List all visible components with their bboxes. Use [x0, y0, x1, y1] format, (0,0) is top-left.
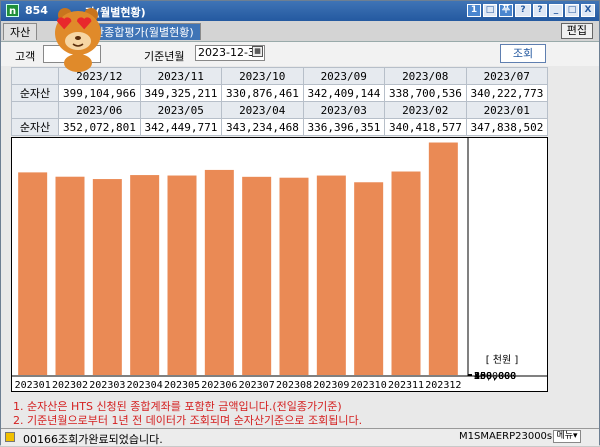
- x-tick-label: 202310: [351, 380, 387, 391]
- table-cell: 340,222,773: [465, 84, 548, 102]
- table-header-cell: 2023/05: [139, 101, 222, 119]
- screen-number-button[interactable]: 1: [467, 4, 481, 17]
- chart-bar: [204, 169, 234, 375]
- table-cell: 352,072,801: [58, 118, 141, 136]
- table-header-cell: 2023/06: [58, 101, 141, 119]
- table-header-cell: 2023/09: [302, 67, 385, 85]
- x-tick-label: 202311: [388, 380, 424, 391]
- table-cell: 349,325,211: [139, 84, 222, 102]
- table-row: 순자산 352,072,801 342,449,771 343,234,468 …: [11, 118, 548, 136]
- unit-label: [ 천원 ]: [486, 354, 519, 366]
- net-asset-chart: 202301 202302 202303 202304 202305 202306 2023…: [11, 137, 548, 392]
- chart-bar: [167, 175, 197, 375]
- chart-bar: [130, 175, 160, 375]
- status-icon: [5, 432, 15, 442]
- tab-asset[interactable]: 자산: [3, 23, 38, 40]
- table-header-cell: 2023/10: [221, 67, 304, 85]
- table-corner: [11, 101, 59, 119]
- table-cell: 340,418,577: [384, 118, 467, 136]
- mascot-icon: [55, 8, 101, 72]
- window-copy-button[interactable]: □: [483, 4, 497, 17]
- x-tick-label: 202307: [239, 380, 275, 391]
- help-button[interactable]: ?: [533, 4, 547, 17]
- table-cell: 338,700,536: [384, 84, 467, 102]
- title-buttons: 1 □ 푸 ? ? _ □ X: [467, 4, 595, 17]
- chart-bar: [354, 182, 384, 375]
- date-label: 기준년월: [144, 50, 185, 63]
- x-tick-label: 202309: [313, 380, 349, 391]
- query-button[interactable]: 조회: [500, 44, 546, 63]
- x-tick-label: 202306: [201, 380, 237, 391]
- table-header-cell: 2023/04: [221, 101, 304, 119]
- menu-dropdown[interactable]: 메뉴▾: [553, 430, 581, 443]
- table-row: 순자산 399,104,966 349,325,211 330,876,461 …: [11, 84, 548, 102]
- status-bar: 00166조회가완료되었습니다. M1SMAERP23000smaer 메뉴▾: [1, 428, 599, 446]
- help-link-button[interactable]: ?: [515, 4, 531, 17]
- x-tick-label: 202312: [425, 380, 461, 391]
- chart-bar: [391, 171, 421, 375]
- x-tick-label: 202304: [127, 380, 163, 391]
- table-cell: 342,409,144: [302, 84, 385, 102]
- table-cell: 342,449,771: [139, 118, 222, 136]
- table-cell: 347,838,502: [465, 118, 548, 136]
- minimize-button[interactable]: _: [549, 4, 563, 17]
- x-tick-label: 202308: [276, 380, 312, 391]
- tab-monthly-status[interactable]: 산종합평가(월별현황): [87, 23, 201, 40]
- chart-bar: [92, 179, 122, 375]
- chart-canvas: 202301 202302 202303 202304 202305 202306 2023…: [12, 138, 547, 391]
- table-cell: 336,396,351: [302, 118, 385, 136]
- x-tick-label: 202302: [52, 380, 88, 391]
- x-tick-label: 202301: [15, 380, 51, 391]
- font-button[interactable]: 푸: [499, 4, 513, 17]
- table-corner: [11, 67, 59, 85]
- screen-code: 854: [25, 4, 48, 17]
- maximize-button[interactable]: □: [565, 4, 579, 17]
- x-tick-label: 202303: [89, 380, 125, 391]
- row-label: 순자산: [11, 118, 59, 136]
- table-cell: 343,234,468: [221, 118, 304, 136]
- table-header-cell: 2023/08: [384, 67, 467, 85]
- edit-button[interactable]: 편집: [560, 23, 593, 39]
- x-tick-label: 202305: [164, 380, 200, 391]
- chart-bar: [428, 142, 458, 375]
- main-window: n 854 가(월별현황) 1 □ 푸 ? ? _ □ X 자산 산종합평가(월…: [0, 0, 600, 446]
- calendar-icon[interactable]: ▦: [252, 46, 263, 57]
- chart-bar: [279, 177, 309, 375]
- table-header-cell: 2023/03: [302, 101, 385, 119]
- chart-bar: [18, 172, 48, 375]
- row-label: 순자산: [11, 84, 59, 102]
- table-header-cell: 2023/01: [465, 101, 548, 119]
- y-tick-label: 50,000: [474, 371, 510, 382]
- table-cell: 399,104,966: [58, 84, 141, 102]
- account-label: 고객: [15, 50, 36, 63]
- table-cell: 330,876,461: [221, 84, 304, 102]
- net-asset-table: 2023/12 2023/11 2023/10 2023/09 2023/08 …: [11, 67, 548, 136]
- chart-bar: [316, 175, 346, 375]
- app-icon: n: [6, 4, 19, 17]
- table-header-cell: 2023/11: [139, 67, 222, 85]
- chart-bar: [242, 176, 272, 375]
- note-2: 2. 기준년월으로부터 1년 전 데이터가 조회되며 순자산기준으로 조회됩니다…: [13, 414, 363, 427]
- table-header-row: 2023/06 2023/05 2023/04 2023/03 2023/02 …: [11, 101, 548, 119]
- table-header-cell: 2023/02: [384, 101, 467, 119]
- close-button[interactable]: X: [581, 4, 595, 17]
- chart-bar: [55, 176, 85, 375]
- table-header-cell: 2023/07: [465, 67, 548, 85]
- menu-dropdown-label: 메뉴: [556, 431, 574, 441]
